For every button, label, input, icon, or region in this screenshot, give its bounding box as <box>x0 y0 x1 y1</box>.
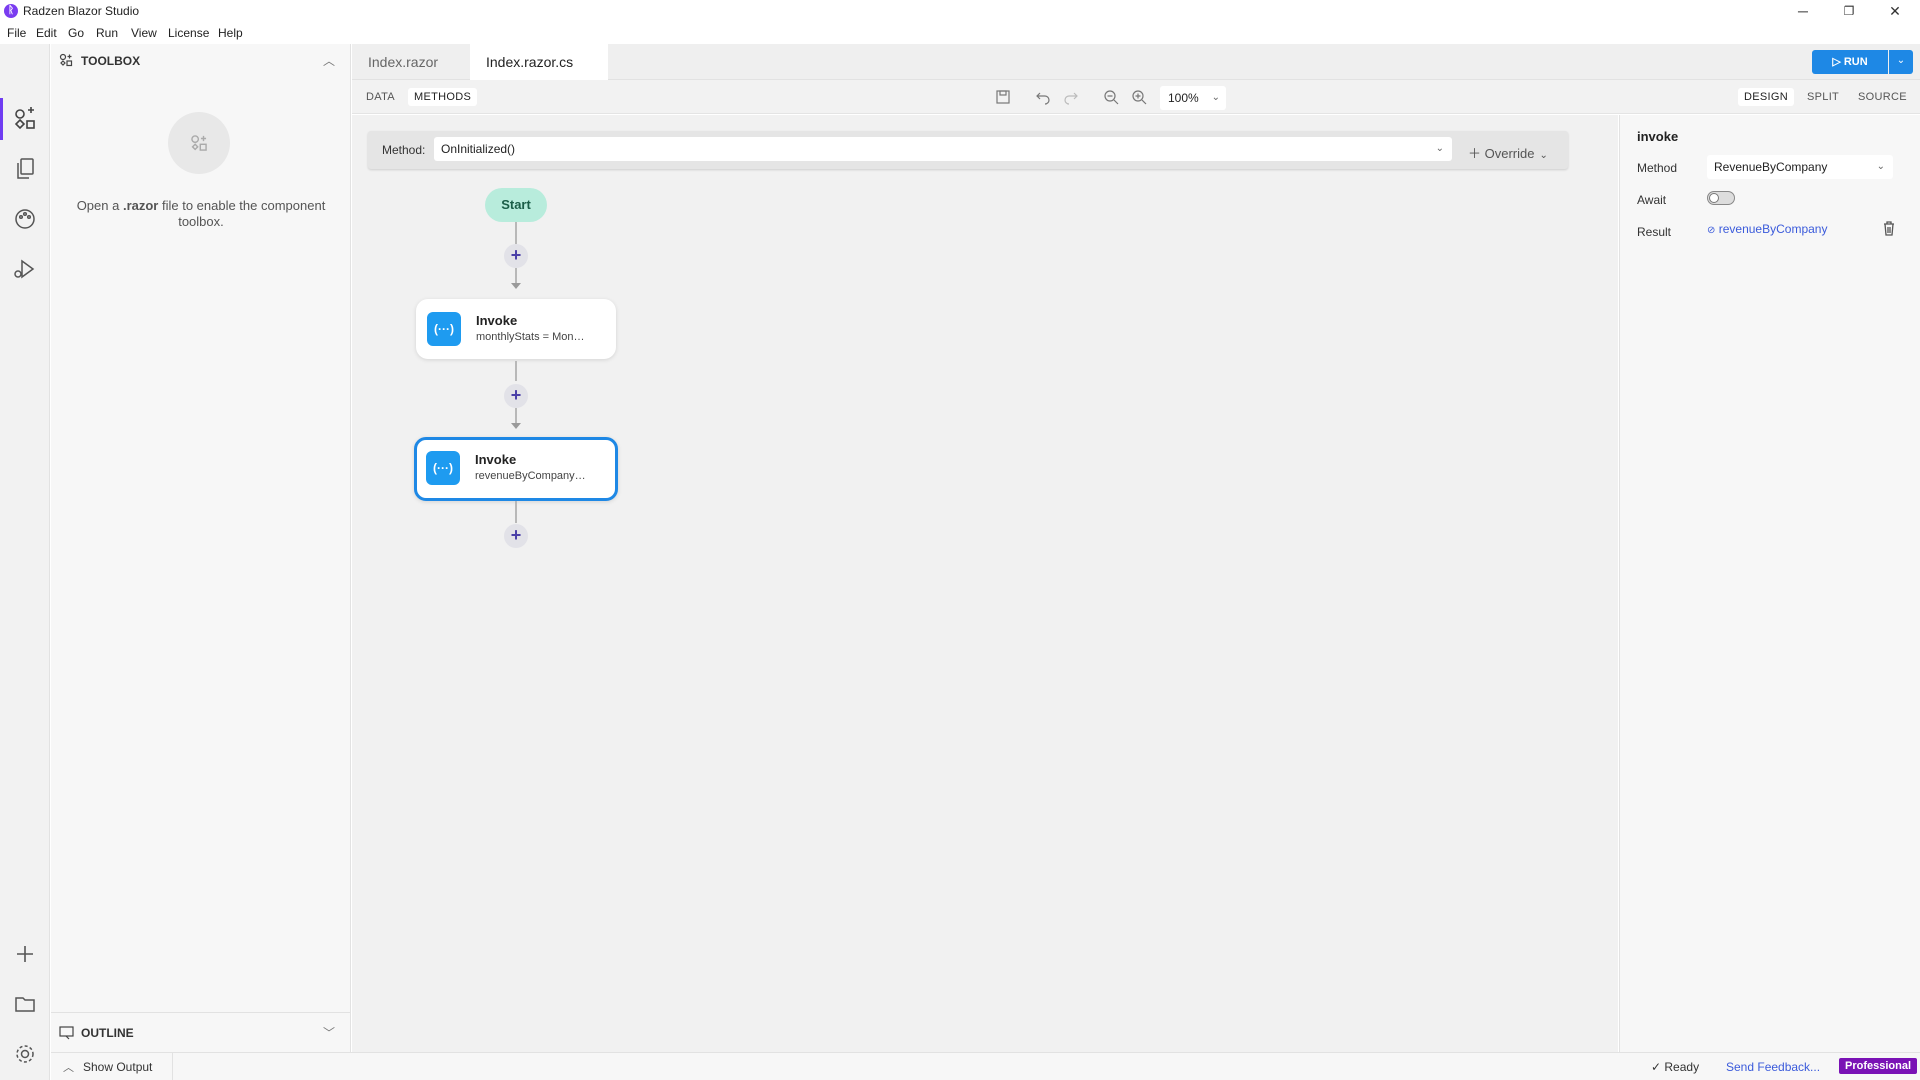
toolbox-empty-message: Open a .razor file to enable the compone… <box>76 198 326 229</box>
menu-view[interactable]: View <box>131 26 157 40</box>
add-step-button[interactable]: + <box>504 384 528 408</box>
menu-license[interactable]: License <box>168 26 209 40</box>
send-feedback-link[interactable]: Send Feedback... <box>1726 1060 1820 1074</box>
menu-run[interactable]: Run <box>96 26 118 40</box>
toolbox-header[interactable]: TOOLBOX ︿ <box>51 44 351 76</box>
menu-help[interactable]: Help <box>218 26 243 40</box>
run-button[interactable]: ▷ RUN <box>1812 50 1888 74</box>
tab-methods[interactable]: METHODS <box>408 88 478 106</box>
method-bar: Method: OnInitialized() ⌄ ＋ Override ⌄ <box>368 131 1568 169</box>
invoke-node-title: Invoke <box>476 313 518 328</box>
show-output-button[interactable]: ︿ Show Output <box>51 1053 173 1080</box>
method-property-chevron-down-icon: ⌄ <box>1876 161 1885 172</box>
menu-bar: File Edit Go Run View License Help <box>0 22 1920 42</box>
add-step-button[interactable]: + <box>504 524 528 548</box>
undo-icon[interactable] <box>1035 89 1051 105</box>
tab-design[interactable]: DESIGN <box>1738 88 1794 106</box>
invoke-node-subtitle: monthlyStats = Mon… <box>476 331 585 343</box>
outline-title: OUTLINE <box>81 1026 134 1040</box>
delete-trash-icon[interactable] <box>1882 220 1896 236</box>
method-chevron-down-icon: ⌄ <box>1435 143 1444 154</box>
toggle-knob <box>1709 193 1719 203</box>
title-bar: ᚱ Radzen Blazor Studio ─ ❐ ✕ <box>0 0 1920 22</box>
connector-arrow-icon <box>511 423 521 429</box>
menu-go[interactable]: Go <box>68 26 84 40</box>
palette-icon[interactable] <box>12 206 38 232</box>
expand-outline-chevron-down-icon[interactable]: ﹀ <box>323 1024 335 1041</box>
method-label: Method: <box>382 143 426 157</box>
files-icon[interactable] <box>12 156 38 182</box>
flow-canvas[interactable]: Method: OnInitialized() ⌄ ＋ Override ⌄ Sta… <box>352 115 1618 1052</box>
status-bar: ︿ Show Output ✓ Ready Send Feedback... P… <box>51 1052 1920 1080</box>
run-dropdown-chevron-icon[interactable]: ⌄ <box>1889 50 1913 74</box>
tab-index-razor-cs[interactable]: Index.razor.cs <box>470 44 608 103</box>
app-logo-icon: ᚱ <box>4 4 18 18</box>
folder-icon[interactable] <box>12 991 38 1017</box>
override-chevron-down-icon: ⌄ <box>1539 150 1548 161</box>
invoke-node-title: Invoke <box>475 452 517 467</box>
sidebar: TOOLBOX ︿ Open a .razor file to enable t… <box>51 44 351 1052</box>
invoke-node[interactable]: (···) Invoke monthlyStats = Mon… <box>416 299 616 359</box>
restore-button[interactable]: ❐ <box>1826 0 1872 22</box>
edition-badge: Professional <box>1839 1058 1918 1074</box>
activity-active-indicator <box>0 98 3 140</box>
connector-line <box>515 222 517 244</box>
await-toggle[interactable] <box>1707 191 1735 205</box>
method-property-select[interactable]: RevenueByCompany ⌄ <box>1707 155 1893 179</box>
toolbox-placeholder-icon <box>191 135 207 151</box>
collapse-toolbox-chevron-up-icon[interactable]: ︿ <box>323 52 335 69</box>
play-icon: ▷ <box>1832 56 1844 68</box>
tab-source[interactable]: SOURCE <box>1852 88 1913 106</box>
redo-icon[interactable] <box>1063 89 1079 105</box>
variable-link-icon: ⊘ <box>1707 225 1716 236</box>
add-icon[interactable] <box>12 941 38 967</box>
chevron-up-icon: ︿ <box>63 1062 74 1074</box>
invoke-node-selected[interactable]: (···) Invoke revenueByCompany… <box>414 437 618 501</box>
toolbox-title: TOOLBOX <box>81 54 141 68</box>
designer-toolbar: DATA METHODS 100% ⌄ DESIGN SPLIT SOURCE <box>352 80 1920 114</box>
zoom-out-icon[interactable] <box>1103 89 1119 105</box>
menu-file[interactable]: File <box>7 26 26 40</box>
override-button[interactable]: ＋ Override ⌄ <box>1468 143 1548 162</box>
plus-icon: ＋ <box>1468 146 1485 161</box>
run-debug-icon[interactable] <box>12 256 38 282</box>
method-property-label: Method <box>1637 161 1678 175</box>
await-property-label: Await <box>1637 193 1667 207</box>
outline-header[interactable]: OUTLINE ﹀ <box>51 1012 351 1052</box>
zoom-select[interactable]: 100% ⌄ <box>1160 86 1226 110</box>
result-variable-link[interactable]: ⊘ revenueByCompany <box>1707 222 1827 236</box>
check-icon: ✓ <box>1651 1060 1665 1074</box>
save-icon[interactable] <box>995 89 1011 105</box>
properties-title: invoke <box>1637 129 1679 144</box>
start-node[interactable]: Start <box>485 188 547 222</box>
activity-bar <box>0 44 50 1080</box>
tab-bar: Index.razor Index.razor.cs ▷ RUN ⌄ <box>352 44 1920 103</box>
outline-icon <box>59 1026 74 1040</box>
close-button[interactable]: ✕ <box>1872 0 1918 22</box>
tab-split[interactable]: SPLIT <box>1801 88 1845 106</box>
zoom-in-icon[interactable] <box>1131 89 1147 105</box>
properties-panel: invoke Method RevenueByCompany ⌄ Await Re… <box>1619 115 1920 1052</box>
app-title: Radzen Blazor Studio <box>23 4 140 18</box>
menu-edit[interactable]: Edit <box>36 26 57 40</box>
invoke-function-icon: (···) <box>426 451 460 485</box>
connector-arrow-icon <box>511 283 521 289</box>
add-step-button[interactable]: + <box>504 244 528 268</box>
result-property-label: Result <box>1637 225 1672 239</box>
ready-status: ✓ Ready <box>1651 1060 1700 1074</box>
toolbox-empty-illustration <box>168 112 230 174</box>
method-select[interactable]: OnInitialized() ⌄ <box>434 137 1452 161</box>
settings-gear-icon[interactable] <box>12 1041 38 1067</box>
minimize-button[interactable]: ─ <box>1780 0 1826 22</box>
tab-index-razor[interactable]: Index.razor <box>352 44 470 80</box>
toolbox-header-icon <box>59 53 73 67</box>
invoke-node-subtitle: revenueByCompany… <box>475 470 586 482</box>
zoom-chevron-down-icon: ⌄ <box>1211 92 1220 103</box>
tab-data[interactable]: DATA <box>360 88 401 106</box>
invoke-function-icon: (···) <box>427 312 461 346</box>
connector-line <box>515 361 517 381</box>
editor-area: Index.razor Index.razor.cs ▷ RUN ⌄ DATA … <box>352 44 1920 1052</box>
toolbox-icon[interactable] <box>12 106 38 132</box>
connector-line <box>515 501 517 523</box>
